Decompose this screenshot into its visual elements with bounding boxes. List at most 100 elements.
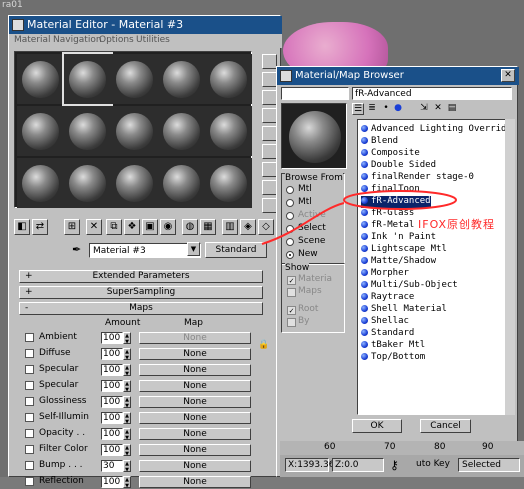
uv-tiling-icon[interactable]: [262, 108, 277, 123]
assign-to-selection-icon[interactable]: ⊞: [64, 219, 80, 235]
map-enable-checkbox[interactable]: [25, 477, 34, 486]
sample-slot[interactable]: [205, 106, 252, 156]
map-slot-button[interactable]: None: [139, 364, 251, 376]
show-map-icon[interactable]: ◍: [182, 219, 198, 235]
radio-mtl-editor[interactable]: [286, 199, 294, 207]
get-material-icon[interactable]: ◧: [14, 219, 30, 235]
map-slot-button[interactable]: None: [139, 460, 251, 472]
sample-slot[interactable]: [158, 106, 205, 156]
sample-slot[interactable]: [111, 54, 158, 104]
background-icon[interactable]: [262, 90, 277, 105]
auto-key-button[interactable]: uto Key: [416, 458, 456, 472]
map-enable-checkbox[interactable]: [25, 445, 34, 454]
map-enable-checkbox[interactable]: [25, 461, 34, 470]
z-coordinate-field[interactable]: Z:0.0: [332, 458, 384, 472]
list-item[interactable]: Morpher: [361, 268, 409, 280]
video-check-icon[interactable]: [262, 126, 277, 141]
radio-active-slot[interactable]: [286, 212, 294, 220]
map-amount-field[interactable]: 100: [101, 332, 123, 344]
put-to-scene-icon[interactable]: ⇄: [32, 219, 48, 235]
menu-material[interactable]: Material: [14, 35, 51, 45]
x-coordinate-field[interactable]: X:1393.364: [285, 458, 340, 472]
view-small-icons-icon[interactable]: •: [380, 103, 392, 115]
map-enable-checkbox[interactable]: [25, 365, 34, 374]
show-maps-checkbox[interactable]: [287, 288, 296, 297]
browser-search-field[interactable]: [281, 87, 349, 100]
list-item[interactable]: Raytrace: [361, 292, 414, 304]
map-amount-field[interactable]: 100: [101, 428, 123, 440]
map-slot-button[interactable]: None: [139, 332, 251, 344]
spinner-icon[interactable]: ▲ ▼: [123, 364, 131, 377]
map-enable-checkbox[interactable]: [25, 429, 34, 438]
list-item[interactable]: Lightscape Mtl: [361, 244, 447, 256]
map-amount-field[interactable]: 100: [101, 348, 123, 360]
map-amount-field[interactable]: 100: [101, 412, 123, 424]
spinner-icon[interactable]: ▲ ▼: [123, 332, 131, 345]
list-item[interactable]: tBaker Mtl: [361, 340, 425, 352]
map-slot-button[interactable]: None: [139, 444, 251, 456]
list-item[interactable]: finalToon: [361, 184, 420, 196]
map-amount-field[interactable]: 100: [101, 380, 123, 392]
cancel-button[interactable]: Cancel: [420, 419, 471, 433]
map-slot-button[interactable]: None: [139, 348, 251, 360]
update-scene-icon[interactable]: ⇲: [418, 103, 430, 115]
list-item[interactable]: finalRender stage-0: [361, 172, 474, 184]
browser-titlebar[interactable]: Material/Map Browser: [277, 67, 519, 85]
list-item[interactable]: Shellac: [361, 316, 409, 328]
chevron-down-icon[interactable]: ▼: [187, 242, 200, 256]
list-item[interactable]: Matte/Shadow: [361, 256, 436, 268]
list-item[interactable]: Composite: [361, 148, 420, 160]
sample-slot[interactable]: [17, 106, 64, 156]
list-item[interactable]: Multi/Sub-Object: [361, 280, 458, 292]
show-materials-checkbox[interactable]: ✓: [287, 276, 296, 285]
list-item[interactable]: Standard: [361, 328, 414, 340]
radio-mtl-library[interactable]: [286, 186, 294, 194]
close-icon[interactable]: ✕: [501, 69, 515, 82]
reset-icon[interactable]: ✕: [86, 219, 102, 235]
material-editor-titlebar[interactable]: Material Editor - Material #3: [9, 16, 282, 34]
list-item[interactable]: Double Sided: [361, 160, 436, 172]
sample-slot[interactable]: [64, 106, 111, 156]
map-slot-button[interactable]: None: [139, 476, 251, 488]
clear-library-icon[interactable]: ▤: [446, 103, 458, 115]
copy-material-icon[interactable]: ⧉: [106, 219, 122, 235]
show-end-result-icon[interactable]: ▦: [200, 219, 216, 235]
sample-slot[interactable]: [205, 158, 252, 208]
radio-selected[interactable]: [286, 225, 294, 233]
timeline-ruler[interactable]: 60 70 80 90: [280, 441, 524, 455]
make-preview-icon[interactable]: [262, 144, 277, 159]
spinner-icon[interactable]: ▲ ▼: [123, 412, 131, 425]
map-slot-button[interactable]: None: [139, 428, 251, 440]
map-amount-field[interactable]: 100: [101, 364, 123, 376]
sample-type-icon[interactable]: [262, 54, 277, 69]
spinner-icon[interactable]: ▲ ▼: [123, 476, 131, 489]
list-item[interactable]: Top/Bottom: [361, 352, 425, 364]
map-slot-button[interactable]: None: [139, 396, 251, 408]
map-amount-field[interactable]: 100: [101, 396, 123, 408]
map-enable-checkbox[interactable]: [25, 413, 34, 422]
delete-icon[interactable]: ✕: [432, 103, 444, 115]
spinner-icon[interactable]: ▲ ▼: [123, 428, 131, 441]
make-unique-icon[interactable]: ❖: [124, 219, 140, 235]
go-sibling-icon[interactable]: ◇: [258, 219, 274, 235]
by-object-checkbox[interactable]: [287, 318, 296, 327]
selection-set-field[interactable]: Selected: [458, 458, 520, 472]
map-slot-button[interactable]: None: [139, 380, 251, 392]
spinner-icon[interactable]: ▲ ▼: [123, 348, 131, 361]
put-to-library-icon[interactable]: ▣: [142, 219, 158, 235]
sample-slot[interactable]: [17, 158, 64, 208]
list-item[interactable]: Shell Material: [361, 304, 447, 316]
sample-slot[interactable]: [111, 106, 158, 156]
rollout-supersampling[interactable]: + SuperSampling: [19, 286, 263, 299]
sample-slot-selected[interactable]: [62, 52, 113, 106]
map-amount-field[interactable]: 100: [101, 444, 123, 456]
list-item[interactable]: fR-Metal: [361, 220, 414, 232]
list-item[interactable]: Advanced Lighting Override: [361, 124, 512, 136]
sample-slot[interactable]: [64, 158, 111, 208]
view-list-icon[interactable]: ☰: [352, 103, 364, 115]
map-enable-checkbox[interactable]: [25, 397, 34, 406]
list-item[interactable]: fR-Glass: [361, 208, 414, 220]
backlight-icon[interactable]: [262, 72, 277, 87]
select-by-material-icon[interactable]: [262, 180, 277, 195]
map-slot-button[interactable]: None: [139, 412, 251, 424]
